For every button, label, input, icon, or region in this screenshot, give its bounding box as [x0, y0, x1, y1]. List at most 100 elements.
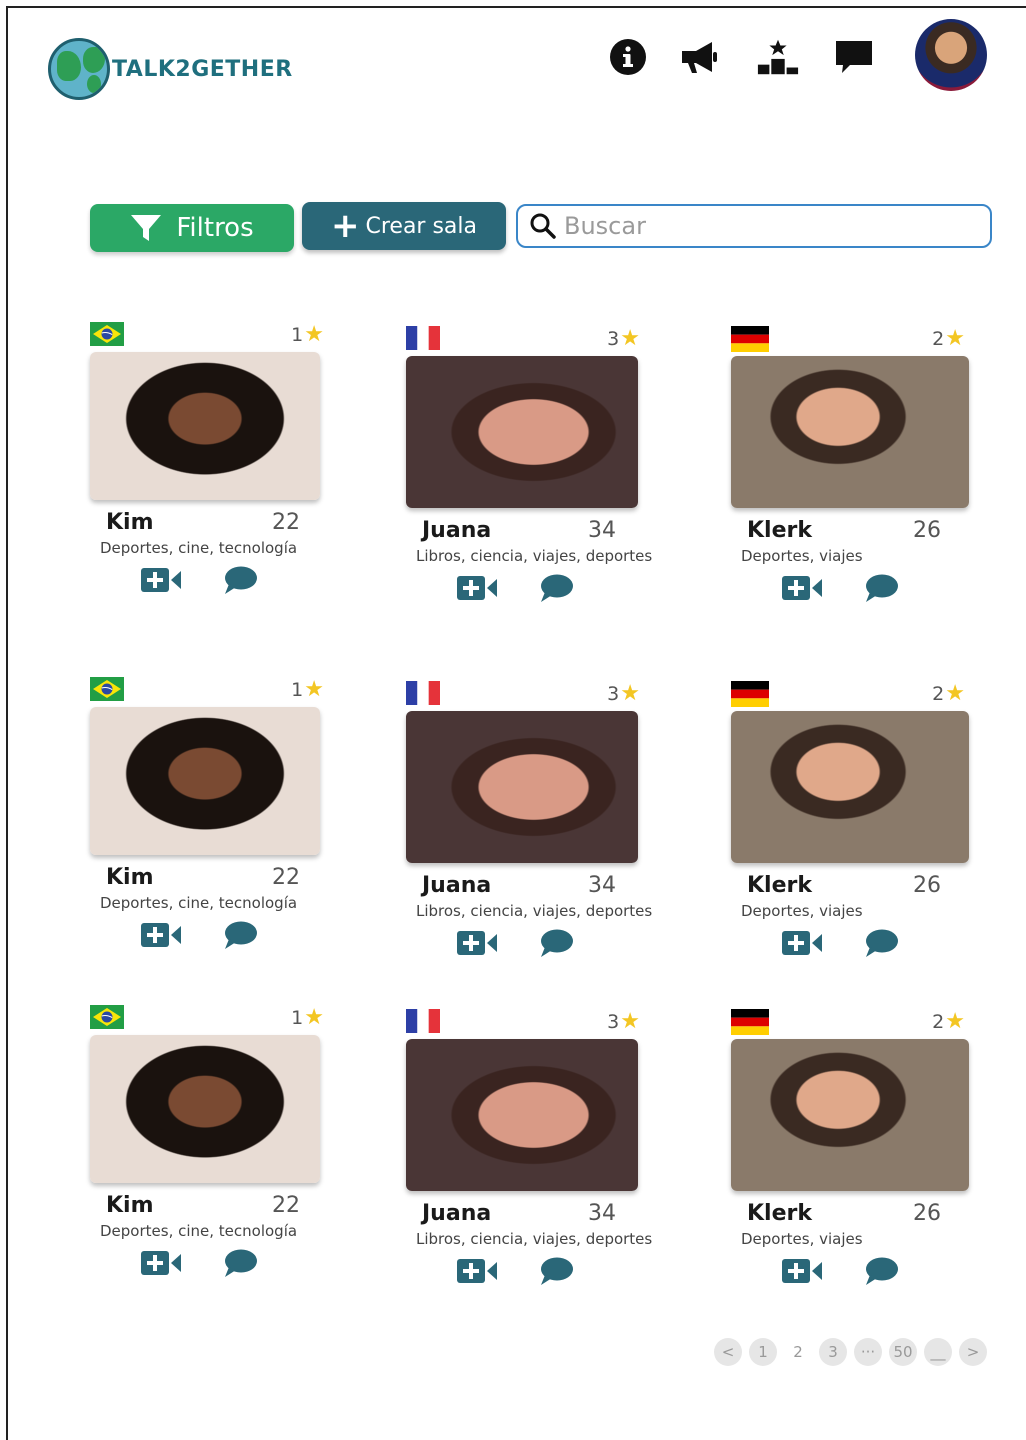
rating-value: 2	[932, 327, 945, 350]
message-icon[interactable]	[538, 573, 574, 603]
rating: 1 ★	[291, 677, 324, 702]
france-flag-icon	[406, 326, 440, 350]
user-interests: Deportes, cine, tecnología	[100, 894, 298, 912]
germany-flag-icon	[731, 326, 769, 352]
video-call-icon[interactable]	[140, 1250, 182, 1276]
user-photo[interactable]	[90, 352, 320, 500]
user-interests: Deportes, viajes	[741, 547, 863, 565]
user-photo[interactable]	[406, 356, 638, 508]
user-card[interactable]: 1 ★ Kim 22 Deportes, cine, tecnología	[90, 677, 330, 950]
user-name: Kim	[106, 1193, 154, 1218]
card-header: 3 ★	[406, 1009, 646, 1039]
video-call-icon[interactable]	[456, 1258, 498, 1284]
message-icon[interactable]	[863, 1256, 899, 1286]
rating: 2 ★	[932, 326, 965, 351]
search-input[interactable]	[564, 212, 964, 240]
chat-icon[interactable]	[832, 35, 876, 79]
globe-icon	[48, 38, 110, 100]
rating: 2 ★	[932, 1009, 965, 1034]
user-photo[interactable]	[90, 707, 320, 855]
card-header: 2 ★	[731, 1009, 971, 1039]
video-call-icon[interactable]	[781, 1258, 823, 1284]
user-age: 34	[588, 873, 616, 898]
rating-value: 1	[291, 323, 304, 346]
search-icon	[530, 213, 556, 239]
message-icon[interactable]	[863, 928, 899, 958]
card-header: 3 ★	[406, 326, 646, 356]
brazil-flag-icon	[90, 1005, 124, 1029]
user-age: 26	[913, 518, 941, 543]
page-button-50[interactable]: 50	[889, 1338, 917, 1366]
user-age: 26	[913, 1201, 941, 1226]
rating-value: 1	[291, 1006, 304, 1029]
video-call-icon[interactable]	[456, 930, 498, 956]
user-card[interactable]: 3 ★ Juana 34 Libros, ciencia, viajes, deport…	[406, 326, 652, 603]
megaphone-icon[interactable]	[676, 35, 720, 79]
user-photo[interactable]	[406, 1039, 638, 1191]
page-button-3[interactable]: 3	[819, 1338, 847, 1366]
card-header: 3 ★	[406, 681, 646, 711]
video-call-icon[interactable]	[140, 567, 182, 593]
user-card[interactable]: 2 ★ Klerk 26 Deportes, viajes	[731, 326, 971, 603]
message-icon[interactable]	[222, 1248, 258, 1278]
user-card[interactable]: 2 ★ Klerk 26 Deportes, viajes	[731, 681, 971, 958]
prev-page-button[interactable]: <	[714, 1338, 742, 1366]
user-interests: Libros, ciencia, viajes, deportes	[416, 1230, 653, 1248]
user-photo[interactable]	[90, 1035, 320, 1183]
user-name: Kim	[106, 510, 154, 535]
video-call-icon[interactable]	[140, 922, 182, 948]
filter-button[interactable]: Filtros	[90, 204, 294, 252]
user-card[interactable]: 1 ★ Kim 22 Deportes, cine, tecnología	[90, 322, 330, 595]
rating-value: 3	[607, 1010, 620, 1033]
card-actions	[90, 920, 330, 950]
user-age: 26	[913, 873, 941, 898]
card-header: 1 ★	[90, 322, 330, 352]
rating-value: 1	[291, 678, 304, 701]
filter-icon	[131, 215, 162, 241]
user-card[interactable]: 3 ★ Juana 34 Libros, ciencia, viajes, deport…	[406, 681, 652, 958]
user-photo[interactable]	[731, 356, 969, 508]
search-bar[interactable]	[516, 204, 992, 248]
brand-logo[interactable]: TALK2GETHER	[48, 38, 293, 100]
rating-value: 3	[607, 327, 620, 350]
user-info: Kim 22	[90, 1193, 300, 1218]
user-photo[interactable]	[731, 1039, 969, 1191]
card-header: 1 ★	[90, 677, 330, 707]
user-info: Klerk 26	[731, 873, 941, 898]
page-button-2[interactable]: 2	[784, 1338, 812, 1366]
video-call-icon[interactable]	[456, 575, 498, 601]
page-input[interactable]: __	[924, 1338, 952, 1366]
user-photo[interactable]	[406, 711, 638, 863]
message-icon[interactable]	[863, 573, 899, 603]
message-icon[interactable]	[222, 920, 258, 950]
user-info: Kim 22	[90, 510, 300, 535]
message-icon[interactable]	[538, 928, 574, 958]
video-call-icon[interactable]	[781, 575, 823, 601]
video-call-icon[interactable]	[781, 930, 823, 956]
user-avatar[interactable]	[915, 19, 987, 91]
star-icon: ★	[304, 322, 324, 347]
message-icon[interactable]	[222, 565, 258, 595]
user-age: 34	[588, 1201, 616, 1226]
message-icon[interactable]	[538, 1256, 574, 1286]
podium-icon[interactable]	[756, 35, 800, 79]
user-card[interactable]: 3 ★ Juana 34 Libros, ciencia, viajes, deport…	[406, 1009, 653, 1286]
card-actions	[731, 1256, 971, 1286]
card-actions	[406, 928, 646, 958]
user-age: 22	[272, 1193, 300, 1218]
star-icon: ★	[620, 1009, 640, 1034]
user-photo[interactable]	[731, 711, 969, 863]
user-interests: Deportes, cine, tecnología	[100, 1222, 298, 1240]
user-name: Klerk	[747, 518, 812, 543]
info-icon[interactable]	[606, 35, 650, 79]
user-card[interactable]: 2 ★ Klerk 26 Deportes, viajes	[731, 1009, 971, 1286]
page-ellipsis[interactable]: ···	[854, 1338, 882, 1366]
france-flag-icon	[406, 681, 440, 705]
create-room-button[interactable]: + Crear sala	[302, 202, 506, 250]
user-name: Juana	[422, 518, 492, 543]
rating-value: 2	[932, 682, 945, 705]
next-page-button[interactable]: >	[959, 1338, 987, 1366]
user-name: Klerk	[747, 1201, 812, 1226]
page-button-1[interactable]: 1	[749, 1338, 777, 1366]
user-card[interactable]: 1 ★ Kim 22 Deportes, cine, tecnología	[90, 1005, 330, 1278]
